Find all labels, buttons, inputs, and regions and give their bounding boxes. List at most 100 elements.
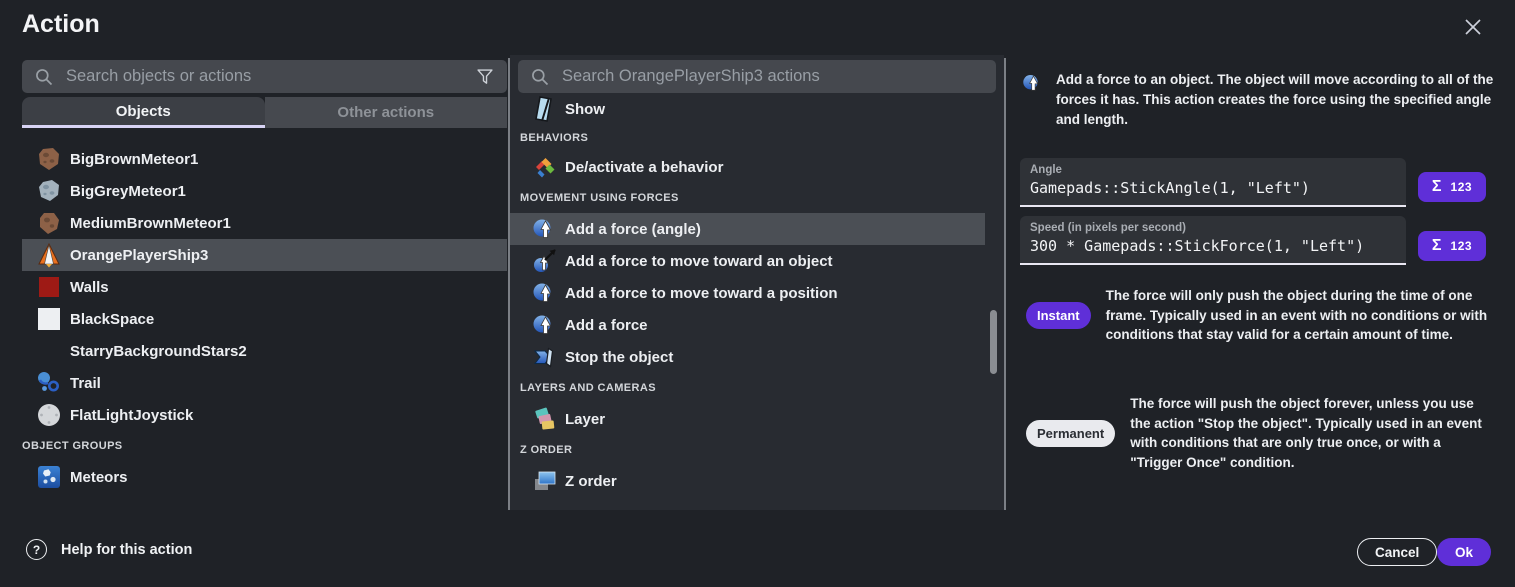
action-label: Add a force (angle): [565, 221, 701, 238]
permanent-note: Permanent The force will push the object…: [1020, 394, 1494, 472]
layer-icon: [532, 406, 558, 432]
filter-icon[interactable]: [475, 67, 495, 87]
show-icon: [532, 96, 558, 122]
instant-note-text: The force will only push the object duri…: [1106, 286, 1494, 345]
action-row-add-force[interactable]: Add a force: [510, 309, 985, 341]
orange-ship-icon: [36, 242, 62, 268]
objects-search[interactable]: [22, 60, 507, 93]
left-tab-bar: Objects Other actions: [22, 97, 507, 128]
help-label: Help for this action: [61, 542, 192, 558]
angle-expression-button[interactable]: Σ 123: [1418, 172, 1486, 202]
speed-field-value[interactable]: 300 * Gamepads::StickForce(1, "Left"): [1030, 237, 1396, 255]
tab-objects-label: Objects: [116, 103, 171, 120]
help-icon: ?: [26, 539, 47, 560]
action-description: Add a force to an object. The object wil…: [1022, 70, 1494, 130]
instant-badge[interactable]: Instant: [1026, 302, 1091, 329]
actions-panel: Show BEHAVIORS De/activate a behavior MO…: [510, 55, 1004, 510]
object-row-walls[interactable]: Walls: [22, 271, 507, 303]
object-row-blackspace[interactable]: BlackSpace: [22, 303, 507, 335]
action-label: De/activate a behavior: [565, 159, 723, 176]
object-groups-header: OBJECT GROUPS: [22, 431, 507, 461]
z-order-icon: [532, 468, 558, 494]
numbers-icon: 123: [1451, 239, 1473, 253]
meteors-group-icon: [36, 464, 62, 490]
action-row-add-force-toward-object[interactable]: Add a force to move toward an object: [510, 245, 985, 277]
description-text: Add a force to an object. The object wil…: [1056, 70, 1494, 130]
object-label: FlatLightJoystick: [70, 407, 193, 424]
search-icon: [34, 67, 54, 87]
angle-field[interactable]: Angle Gamepads::StickAngle(1, "Left"): [1020, 158, 1406, 207]
object-row-flatlightjoystick[interactable]: FlatLightJoystick: [22, 399, 507, 431]
angle-field-value[interactable]: Gamepads::StickAngle(1, "Left"): [1030, 179, 1396, 197]
numbers-icon: 123: [1451, 180, 1473, 194]
action-row-stop-object[interactable]: Stop the object: [510, 341, 985, 373]
help-link[interactable]: ? Help for this action: [26, 539, 192, 560]
object-row-mediumbrownmeteor1[interactable]: MediumBrownMeteor1: [22, 207, 507, 239]
right-panel-divider: [1004, 58, 1006, 510]
group-row-meteors[interactable]: Meteors: [22, 461, 507, 493]
speed-field[interactable]: Speed (in pixels per second) 300 * Gamep…: [1020, 216, 1406, 265]
sigma-icon: Σ: [1432, 178, 1442, 196]
object-label: BigBrownMeteor1: [70, 151, 198, 168]
permanent-note-text: The force will push the object forever, …: [1130, 394, 1494, 472]
object-label: StarryBackgroundStars2: [70, 343, 247, 360]
stop-object-icon: [532, 344, 558, 370]
objects-search-input[interactable]: [64, 66, 465, 87]
trail-dots-icon: [36, 370, 62, 396]
add-force-icon: [532, 280, 558, 306]
action-label: Show: [565, 101, 605, 118]
section-z-order: Z ORDER: [510, 435, 985, 465]
action-label: Add a force to move toward an object: [565, 253, 833, 270]
tab-other-actions[interactable]: Other actions: [265, 97, 508, 128]
angle-field-label: Angle: [1030, 164, 1396, 176]
sigma-icon: Σ: [1432, 237, 1442, 255]
object-row-biggreymeteor1[interactable]: BigGreyMeteor1: [22, 175, 507, 207]
action-row-show[interactable]: Show: [510, 93, 985, 125]
object-row-trail[interactable]: Trail: [22, 367, 507, 399]
section-layers-cameras: LAYERS AND CAMERAS: [510, 373, 985, 403]
object-label: BlackSpace: [70, 311, 154, 328]
red-square-icon: [36, 274, 62, 300]
group-label: Meteors: [70, 469, 128, 486]
speed-expression-button[interactable]: Σ 123: [1418, 231, 1486, 261]
tab-objects[interactable]: Objects: [22, 97, 265, 128]
add-force-icon: [532, 216, 558, 242]
actions-search[interactable]: [518, 60, 996, 93]
behavior-icon: [532, 154, 558, 180]
add-force-icon: [532, 312, 558, 338]
action-row-add-force-angle[interactable]: Add a force (angle): [510, 213, 985, 245]
actions-list: Show BEHAVIORS De/activate a behavior MO…: [510, 93, 1004, 497]
action-row-z-order[interactable]: Z order: [510, 465, 985, 497]
instant-note: Instant The force will only push the obj…: [1020, 286, 1494, 345]
white-square-icon: [36, 306, 62, 332]
object-label: MediumBrownMeteor1: [70, 215, 231, 232]
close-icon: [1464, 18, 1482, 36]
object-label: BigGreyMeteor1: [70, 183, 186, 200]
object-label: OrangePlayerShip3: [70, 247, 208, 264]
permanent-badge[interactable]: Permanent: [1026, 420, 1115, 447]
section-movement: MOVEMENT USING FORCES: [510, 183, 985, 213]
joystick-icon: [36, 402, 62, 428]
brown-meteor-icon: [36, 210, 62, 236]
object-row-orangeplayership3[interactable]: OrangePlayerShip3: [22, 239, 507, 271]
action-row-deactivate-behavior[interactable]: De/activate a behavior: [510, 151, 985, 183]
actions-search-input[interactable]: [560, 66, 984, 87]
add-force-toward-object-icon: [532, 248, 558, 274]
ok-button[interactable]: Ok: [1437, 538, 1491, 566]
cancel-button[interactable]: Cancel: [1357, 538, 1437, 566]
object-row-starrybackgroundstars2[interactable]: StarryBackgroundStars2: [22, 335, 507, 367]
close-button[interactable]: [1460, 14, 1486, 40]
action-row-add-force-toward-position[interactable]: Add a force to move toward a position: [510, 277, 985, 309]
page-title: Action: [22, 10, 100, 39]
action-row-layer[interactable]: Layer: [510, 403, 985, 435]
object-row-bigbrownmeteor1[interactable]: BigBrownMeteor1: [22, 143, 507, 175]
tab-other-actions-label: Other actions: [337, 104, 434, 121]
action-label: Z order: [565, 473, 617, 490]
object-label: Walls: [70, 279, 109, 296]
grey-meteor-icon: [36, 178, 62, 204]
objects-list: BigBrownMeteor1 BigGreyMeteor1 MediumBro…: [22, 128, 507, 493]
action-label: Stop the object: [565, 349, 673, 366]
empty-icon: [36, 338, 62, 364]
actions-scrollbar-thumb[interactable]: [990, 310, 997, 374]
section-behaviors: BEHAVIORS: [510, 125, 985, 151]
